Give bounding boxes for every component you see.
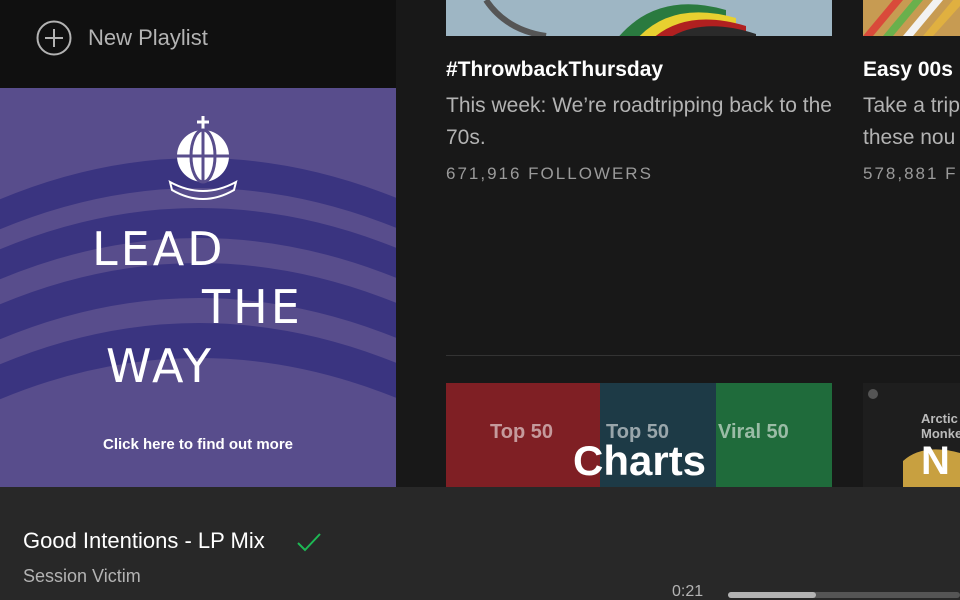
saved-check-icon[interactable] — [296, 531, 322, 553]
new-playlist-button[interactable]: New Playlist — [0, 0, 396, 88]
card-desc-throwback: This week: We’re roadtripping back to th… — [446, 94, 832, 149]
card-desc-easy00s: Take a trip these nou — [863, 94, 960, 149]
easy00s-cover[interactable] — [863, 0, 960, 36]
now-playing-bar: Good Intentions - LP Mix Session Victim … — [0, 487, 960, 600]
artist-playlist-tile[interactable]: Arctic Monkey N — [863, 383, 960, 487]
ad-headline-line2: THE — [202, 280, 303, 334]
charts-tile[interactable]: Top 50 Top 50 Viral 50 Charts — [446, 383, 832, 487]
artist-tile-text: Arctic Monkey — [921, 411, 960, 441]
track-title[interactable]: Good Intentions - LP Mix — [23, 528, 265, 554]
main-content: #ThrowbackThursday This week: We’re road… — [396, 0, 960, 487]
chart-label-1: Top 50 — [490, 421, 553, 443]
easy00s-art — [863, 0, 960, 36]
card-followers-throwback: 671,916 FOLLOWERS — [446, 164, 653, 183]
throwback-art — [483, 0, 756, 36]
card-title-easy00s[interactable]: Easy 00s — [863, 58, 953, 82]
section-divider — [446, 355, 960, 356]
new-playlist-label: New Playlist — [88, 25, 208, 50]
ad-headline-line3: WAY — [106, 339, 214, 393]
sidebar: New Playlist LEAD THE WAY Click here to … — [0, 0, 396, 487]
progress-bar[interactable] — [728, 592, 960, 598]
track-artist[interactable]: Session Victim — [23, 566, 141, 587]
charts-title: Charts — [573, 437, 707, 484]
plus-circle-icon — [36, 20, 72, 56]
card-title-throwback[interactable]: #ThrowbackThursday — [446, 58, 663, 82]
elapsed-time: 0:21 — [672, 583, 704, 600]
throwback-cover[interactable] — [446, 0, 832, 36]
artist-tile-title: N — [921, 439, 950, 483]
chart-label-3: Viral 50 — [718, 421, 789, 443]
ad-headline-line1: LEAD — [92, 222, 226, 276]
progress-fill — [728, 592, 816, 598]
crest-icon — [168, 116, 238, 200]
ad-cta-link[interactable]: Click here to find out more — [0, 436, 396, 453]
card-followers-easy00s: 578,881 F — [863, 164, 958, 183]
ad-banner[interactable]: LEAD THE WAY Click here to find out more — [0, 88, 396, 487]
